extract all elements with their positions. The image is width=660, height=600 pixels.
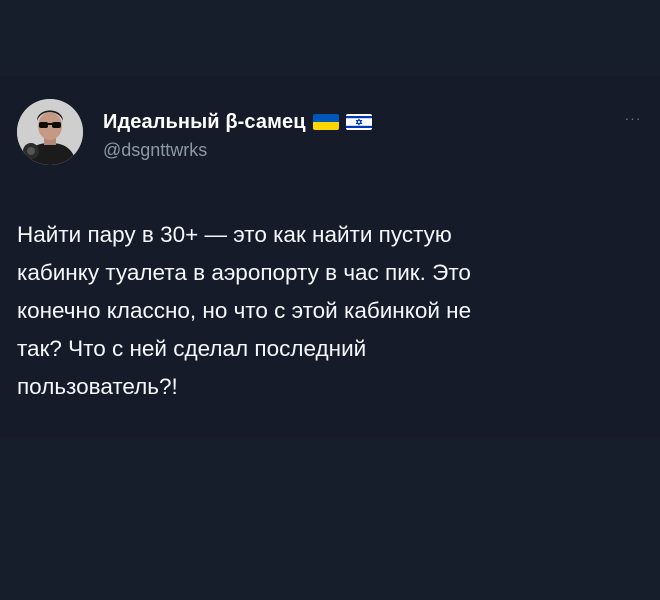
- author-row: Идеальный β-самец: [103, 110, 372, 134]
- more-options-icon[interactable]: ···: [618, 108, 648, 128]
- author-handle[interactable]: @dsgnttwrks: [103, 140, 207, 161]
- israel-flag-icon: [345, 114, 372, 130]
- ukraine-flag-icon: [312, 114, 339, 130]
- tweet-text: Найти пару в 30+ — это как найти пустую …: [17, 222, 472, 399]
- avatar[interactable]: [17, 99, 83, 165]
- user-avatar-photo: [17, 99, 83, 165]
- tweet-card[interactable]: Идеальный β-самец @dsgnttwrks ··· Найти …: [0, 76, 660, 438]
- author-display-name[interactable]: Идеальный β-самец: [103, 111, 306, 134]
